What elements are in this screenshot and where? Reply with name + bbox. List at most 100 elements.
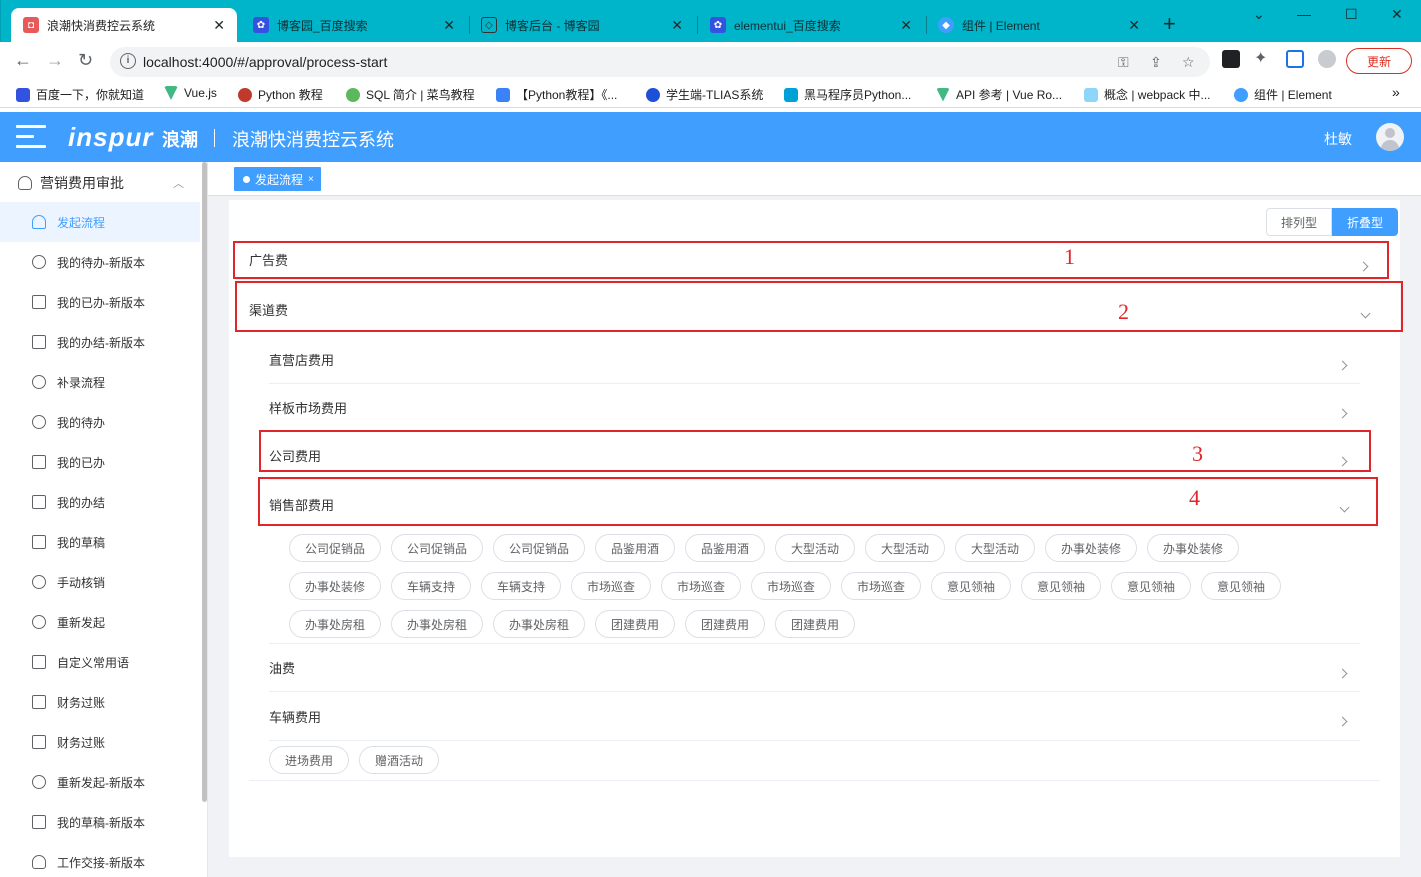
expense-chip[interactable]: 公司促销品	[289, 534, 381, 562]
close-tab-icon[interactable]: ✕	[900, 17, 912, 34]
bookmark-item[interactable]: Vue.js	[164, 86, 217, 100]
hamburger-icon[interactable]	[16, 125, 46, 149]
sidebar-item-done-new[interactable]: 我的已办-新版本	[0, 282, 200, 322]
sidebar-item-supplement[interactable]: 补录流程	[0, 362, 200, 402]
forward-icon[interactable]: →	[46, 50, 64, 70]
sidebar-item-start-process[interactable]: 发起流程	[0, 202, 200, 242]
close-window-icon[interactable]: ✕	[1391, 6, 1403, 23]
subcategory-direct-store[interactable]: 直营店费用	[269, 336, 1360, 384]
bookmark-item[interactable]: 百度一下，你就知道	[16, 86, 144, 103]
close-tag-icon[interactable]: ×	[308, 174, 314, 185]
address-bar[interactable]: i localhost:4000/#/approval/process-star…	[110, 47, 1210, 77]
expense-chip[interactable]: 车辆支持	[391, 572, 471, 600]
key-icon[interactable]: ⚿	[1118, 54, 1129, 71]
expense-chip[interactable]: 办事处房租	[391, 610, 483, 638]
browser-tab-2[interactable]: ◇ 博客后台 - 博客园 ✕	[469, 8, 695, 42]
bookmark-item[interactable]: 黑马程序员Python...	[784, 86, 911, 103]
expense-chip[interactable]: 市场巡查	[841, 572, 921, 600]
expense-chip[interactable]: 团建费用	[775, 610, 855, 638]
tab-search-icon[interactable]: ⌄	[1253, 6, 1265, 23]
site-info-icon[interactable]: i	[120, 53, 136, 69]
extension-icon[interactable]	[1222, 50, 1240, 68]
browser-tab-1[interactable]: ✿ 博客园_百度搜索 ✕	[241, 8, 467, 42]
expense-chip[interactable]: 市场巡查	[661, 572, 741, 600]
expense-chip[interactable]: 品鉴用酒	[685, 534, 765, 562]
expense-chip[interactable]: 意见领袖	[1021, 572, 1101, 600]
expense-chip[interactable]: 办事处房租	[493, 610, 585, 638]
expense-chip[interactable]: 团建费用	[595, 610, 675, 638]
bookmarks-more-icon[interactable]: »	[1392, 84, 1400, 100]
maximize-icon[interactable]: ☐	[1345, 6, 1358, 23]
category-ad[interactable]: 广告费	[236, 240, 1386, 280]
bookmark-item[interactable]: SQL 简介 | 菜鸟教程	[346, 86, 475, 103]
browser-tab-3[interactable]: ✿ elementui_百度搜索 ✕	[698, 8, 924, 42]
close-tab-icon[interactable]: ✕	[213, 17, 225, 34]
sidebar-item-drafts[interactable]: 我的草稿	[0, 522, 200, 562]
bookmark-item[interactable]: 学生端-TLIAS系统	[646, 86, 763, 103]
expense-chip[interactable]: 意见领袖	[931, 572, 1011, 600]
expense-chip[interactable]: 市场巡查	[571, 572, 651, 600]
sidebar-item-phrases[interactable]: 自定义常用语	[0, 642, 200, 682]
subcategory-vehicle[interactable]: 车辆费用	[269, 692, 1360, 740]
expense-chip[interactable]: 大型活动	[865, 534, 945, 562]
close-tab-icon[interactable]: ✕	[443, 17, 455, 34]
browser-tab-0[interactable]: ◘ 浪潮快消费控云系统 ✕	[11, 8, 237, 42]
sidebar-item-done[interactable]: 我的已办	[0, 442, 200, 482]
sidebar-item-resubmit[interactable]: 重新发起	[0, 602, 200, 642]
sidebar-item-posting-2[interactable]: 财务过账	[0, 722, 200, 762]
sidebar-item-closed[interactable]: 我的办结	[0, 482, 200, 522]
sidebar-item-manual-writeoff[interactable]: 手动核销	[0, 562, 200, 602]
expense-chip[interactable]: 办事处装修	[289, 572, 381, 600]
sidepanel-icon[interactable]	[1286, 50, 1304, 68]
sidebar-item-handover-new[interactable]: 工作交接-新版本	[0, 842, 200, 877]
expense-chip[interactable]: 公司促销品	[391, 534, 483, 562]
profile-icon[interactable]	[1318, 50, 1336, 68]
sidebar-scrollbar[interactable]	[202, 162, 207, 802]
sidebar-item-todo[interactable]: 我的待办	[0, 402, 200, 442]
expense-chip[interactable]: 办事处装修	[1045, 534, 1137, 562]
expense-chip[interactable]: 大型活动	[955, 534, 1035, 562]
username[interactable]: 杜敏	[1324, 129, 1352, 149]
minimize-icon[interactable]: —	[1297, 6, 1311, 22]
sidebar-item-drafts-new[interactable]: 我的草稿-新版本	[0, 802, 200, 842]
expense-chip[interactable]: 团建费用	[685, 610, 765, 638]
bookmark-item[interactable]: Python 教程	[238, 86, 323, 103]
expense-chip[interactable]: 办事处房租	[289, 610, 381, 638]
bookmark-star-icon[interactable]: ☆	[1182, 54, 1195, 71]
close-tab-icon[interactable]: ✕	[671, 17, 683, 34]
bookmark-item[interactable]: 组件 | Element	[1234, 86, 1332, 103]
share-icon[interactable]: ⇪	[1150, 54, 1162, 71]
fold-view-button[interactable]: 折叠型	[1332, 208, 1399, 236]
reload-icon[interactable]: ↻	[78, 50, 93, 70]
update-button[interactable]: 更新	[1346, 48, 1412, 74]
expense-chip[interactable]: 意见领袖	[1201, 572, 1281, 600]
avatar[interactable]	[1376, 123, 1404, 151]
puzzle-icon[interactable]: ✦	[1254, 50, 1272, 68]
subcategory-oil[interactable]: 油费	[269, 644, 1360, 692]
bookmark-item[interactable]: 【Python教程】《...	[496, 86, 617, 103]
back-icon[interactable]: ←	[14, 50, 32, 70]
sidebar-item-todo-new[interactable]: 我的待办-新版本	[0, 242, 200, 282]
expense-chip[interactable]: 公司促销品	[493, 534, 585, 562]
browser-tab-4[interactable]: ◆ 组件 | Element ✕	[926, 8, 1152, 42]
close-tab-icon[interactable]: ✕	[1128, 17, 1140, 34]
bookmark-item[interactable]: 概念 | webpack 中...	[1084, 86, 1210, 103]
expense-chip[interactable]: 品鉴用酒	[595, 534, 675, 562]
tag-start-process[interactable]: 发起流程 ×	[234, 167, 321, 191]
expense-chip[interactable]: 市场巡查	[751, 572, 831, 600]
sidebar-item-closed-new[interactable]: 我的办结-新版本	[0, 322, 200, 362]
expense-chip[interactable]: 大型活动	[775, 534, 855, 562]
list-view-button[interactable]: 排列型	[1266, 208, 1333, 236]
expense-chip[interactable]: 车辆支持	[481, 572, 561, 600]
subcategory-sample-market[interactable]: 样板市场费用	[269, 384, 1360, 432]
bookmark-item[interactable]: API 参考 | Vue Ro...	[936, 86, 1062, 103]
sidebar-item-resubmit-new[interactable]: 重新发起-新版本	[0, 762, 200, 802]
new-tab-button[interactable]: +	[1163, 13, 1176, 35]
category-channel[interactable]: 渠道费	[236, 288, 1386, 332]
expense-chip[interactable]: 进场费用	[269, 746, 349, 774]
url-text[interactable]: localhost:4000/#/approval/process-start	[143, 54, 387, 70]
expense-chip[interactable]: 办事处装修	[1147, 534, 1239, 562]
expense-chip[interactable]: 赠酒活动	[359, 746, 439, 774]
submenu-marketing-approval[interactable]: 营销费用审批 ︿	[0, 162, 200, 204]
sidebar-item-posting-1[interactable]: 财务过账	[0, 682, 200, 722]
